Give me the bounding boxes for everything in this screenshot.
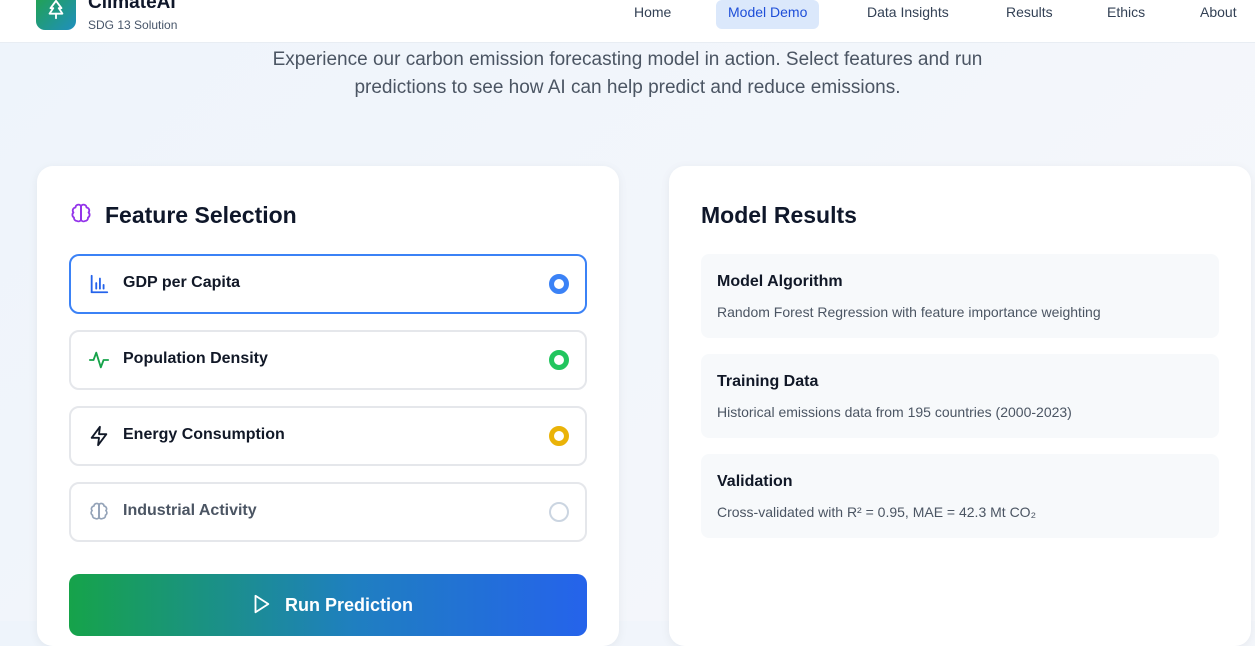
feature-label: Energy Consumption [123,426,285,443]
nav-results[interactable]: Results [994,0,1065,29]
nav-home[interactable]: Home [622,0,683,29]
feature-radio[interactable] [549,502,569,522]
result-title: Model Algorithm [717,273,843,290]
brain-icon [90,502,108,520]
nav-model-demo[interactable]: Model Demo [716,0,820,29]
result-description: Historical emissions data from 195 count… [717,404,1072,420]
model-results-title: Model Results [701,202,857,228]
hero-line-2: predictions to see how AI can help predi… [354,77,901,98]
result-training-data: Training Data Historical emissions data … [701,354,1219,438]
activity-icon [88,351,110,369]
result-validation: Validation Cross-validated with R² = 0.9… [701,454,1219,538]
feature-label: Industrial Activity [123,502,257,519]
lightning-icon [90,425,108,447]
hero-description: Experience our carbon emission forecasti… [0,46,1255,102]
feature-population-density[interactable]: Population Density [69,330,587,390]
brand-name[interactable]: ClimateAI [88,0,176,14]
result-description: Random Forest Regression with feature im… [717,304,1101,320]
feature-selection-card: Feature Selection GDP per Capita Populat… [37,166,619,646]
result-model-algorithm: Model Algorithm Random Forest Regression… [701,254,1219,338]
feature-gdp-per-capita[interactable]: GDP per Capita [69,254,587,314]
tree-icon [48,0,64,20]
nav-data-insights[interactable]: Data Insights [855,0,961,29]
result-title: Training Data [717,373,819,390]
brain-icon [71,203,91,223]
result-description: Cross-validated with R² = 0.95, MAE = 42… [717,504,1036,520]
nav-about[interactable]: About [1188,0,1249,29]
hero-line-1: Experience our carbon emission forecasti… [272,49,983,70]
nav-ethics[interactable]: Ethics [1095,0,1157,29]
feature-selection-title: Feature Selection [105,202,297,228]
feature-industrial-activity[interactable]: Industrial Activity [69,482,587,542]
feature-radio[interactable] [549,274,569,294]
brand-subtitle: SDG 13 Solution [88,18,178,32]
run-prediction-button[interactable]: Run Prediction [69,574,587,636]
feature-radio[interactable] [549,350,569,370]
feature-radio[interactable] [549,426,569,446]
brand-logo[interactable] [36,0,76,30]
model-results-card: Model Results Model Algorithm Random For… [669,166,1251,646]
bar-chart-icon [90,274,109,294]
top-navbar: ClimateAI SDG 13 Solution Home Model Dem… [0,0,1255,43]
feature-label: Population Density [123,350,268,367]
result-title: Validation [717,473,793,490]
run-prediction-label: Run Prediction [285,595,414,615]
feature-label: GDP per Capita [123,274,241,291]
feature-energy-consumption[interactable]: Energy Consumption [69,406,587,466]
play-icon [254,594,270,614]
